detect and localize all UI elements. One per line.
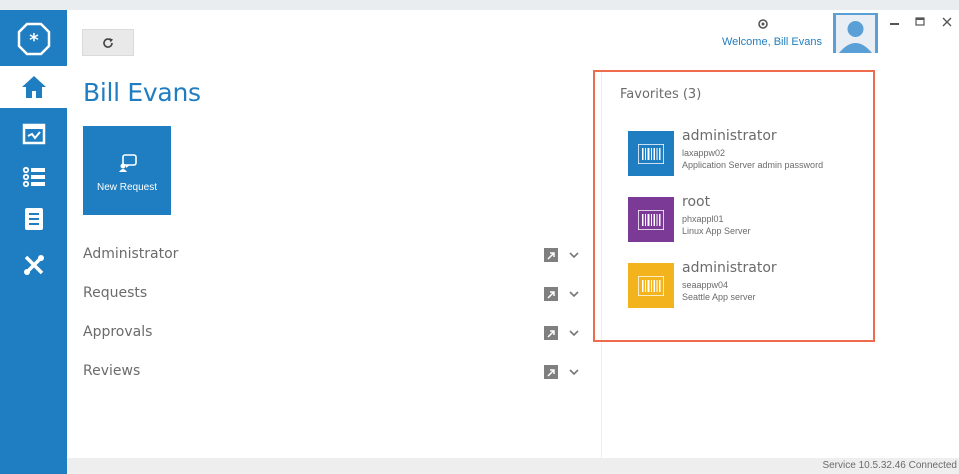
open-external-icon[interactable] <box>544 248 558 262</box>
favorite-description: Application Server admin password <box>682 160 824 170</box>
favorite-item[interactable]: administrator seaappw04 Seattle App serv… <box>628 260 868 311</box>
svg-text:*: * <box>29 30 39 51</box>
avatar[interactable] <box>833 13 878 53</box>
section-label: Approvals <box>83 324 153 340</box>
chevron-down-icon[interactable] <box>568 249 580 261</box>
calendar-check-icon[interactable] <box>0 112 67 154</box>
gear-icon[interactable] <box>757 18 769 30</box>
barcode-icon <box>628 197 674 242</box>
favorites-title: Favorites (3) <box>620 87 702 102</box>
new-request-icon <box>119 154 137 172</box>
new-request-button[interactable]: New Request <box>83 126 171 215</box>
barcode-icon <box>628 131 674 176</box>
section-reviews[interactable]: Reviews <box>83 363 583 385</box>
favorite-host: seaappw04 <box>682 280 729 290</box>
close-icon[interactable] <box>939 14 955 30</box>
favorite-host: phxappl01 <box>682 214 724 224</box>
open-external-icon[interactable] <box>544 287 558 301</box>
favorite-name: administrator <box>682 260 777 276</box>
favorite-item[interactable]: administrator laxappw02 Application Serv… <box>628 128 868 179</box>
chevron-down-icon[interactable] <box>568 288 580 300</box>
barcode-icon <box>628 263 674 308</box>
favorite-name: administrator <box>682 128 777 144</box>
section-approvals[interactable]: Approvals <box>83 324 583 346</box>
chevron-down-icon[interactable] <box>568 327 580 339</box>
section-administrator[interactable]: Administrator <box>83 246 583 268</box>
favorite-item[interactable]: root phxappl01 Linux App Server <box>628 194 868 245</box>
favorite-host: laxappw02 <box>682 148 726 158</box>
new-request-label: New Request <box>96 182 158 193</box>
chevron-down-icon[interactable] <box>568 366 580 378</box>
section-label: Administrator <box>83 246 179 262</box>
document-icon[interactable] <box>0 198 67 240</box>
section-requests[interactable]: Requests <box>83 285 583 307</box>
favorite-name: root <box>682 194 711 210</box>
section-label: Requests <box>83 285 148 301</box>
status-text: Service 10.5.32.46 Connected <box>822 460 957 471</box>
minimize-icon[interactable] <box>887 14 903 30</box>
refresh-button[interactable] <box>82 29 134 56</box>
home-icon[interactable] <box>0 66 67 108</box>
open-external-icon[interactable] <box>544 326 558 340</box>
left-rail: * <box>0 10 67 474</box>
title-bar: Welcome, Bill Evans <box>679 10 959 62</box>
status-bar: Service 10.5.32.46 Connected <box>67 458 959 474</box>
maximize-icon[interactable] <box>912 14 928 30</box>
page-title: Bill Evans <box>83 78 201 107</box>
tools-icon[interactable] <box>0 244 67 286</box>
favorite-description: Linux App Server <box>682 226 751 236</box>
favorite-description: Seattle App server <box>682 292 756 302</box>
welcome-link[interactable]: Welcome, Bill Evans <box>679 36 822 48</box>
section-label: Reviews <box>83 363 141 379</box>
app-logo-icon[interactable]: * <box>0 18 67 60</box>
list-icon[interactable] <box>0 156 67 198</box>
open-external-icon[interactable] <box>544 365 558 379</box>
app-window: * Welcome, Bill Evans Bill Evans New Req… <box>0 0 959 474</box>
refresh-icon <box>103 37 113 48</box>
favorites-panel: Favorites (3) administrator laxappw02 Ap… <box>593 70 875 342</box>
